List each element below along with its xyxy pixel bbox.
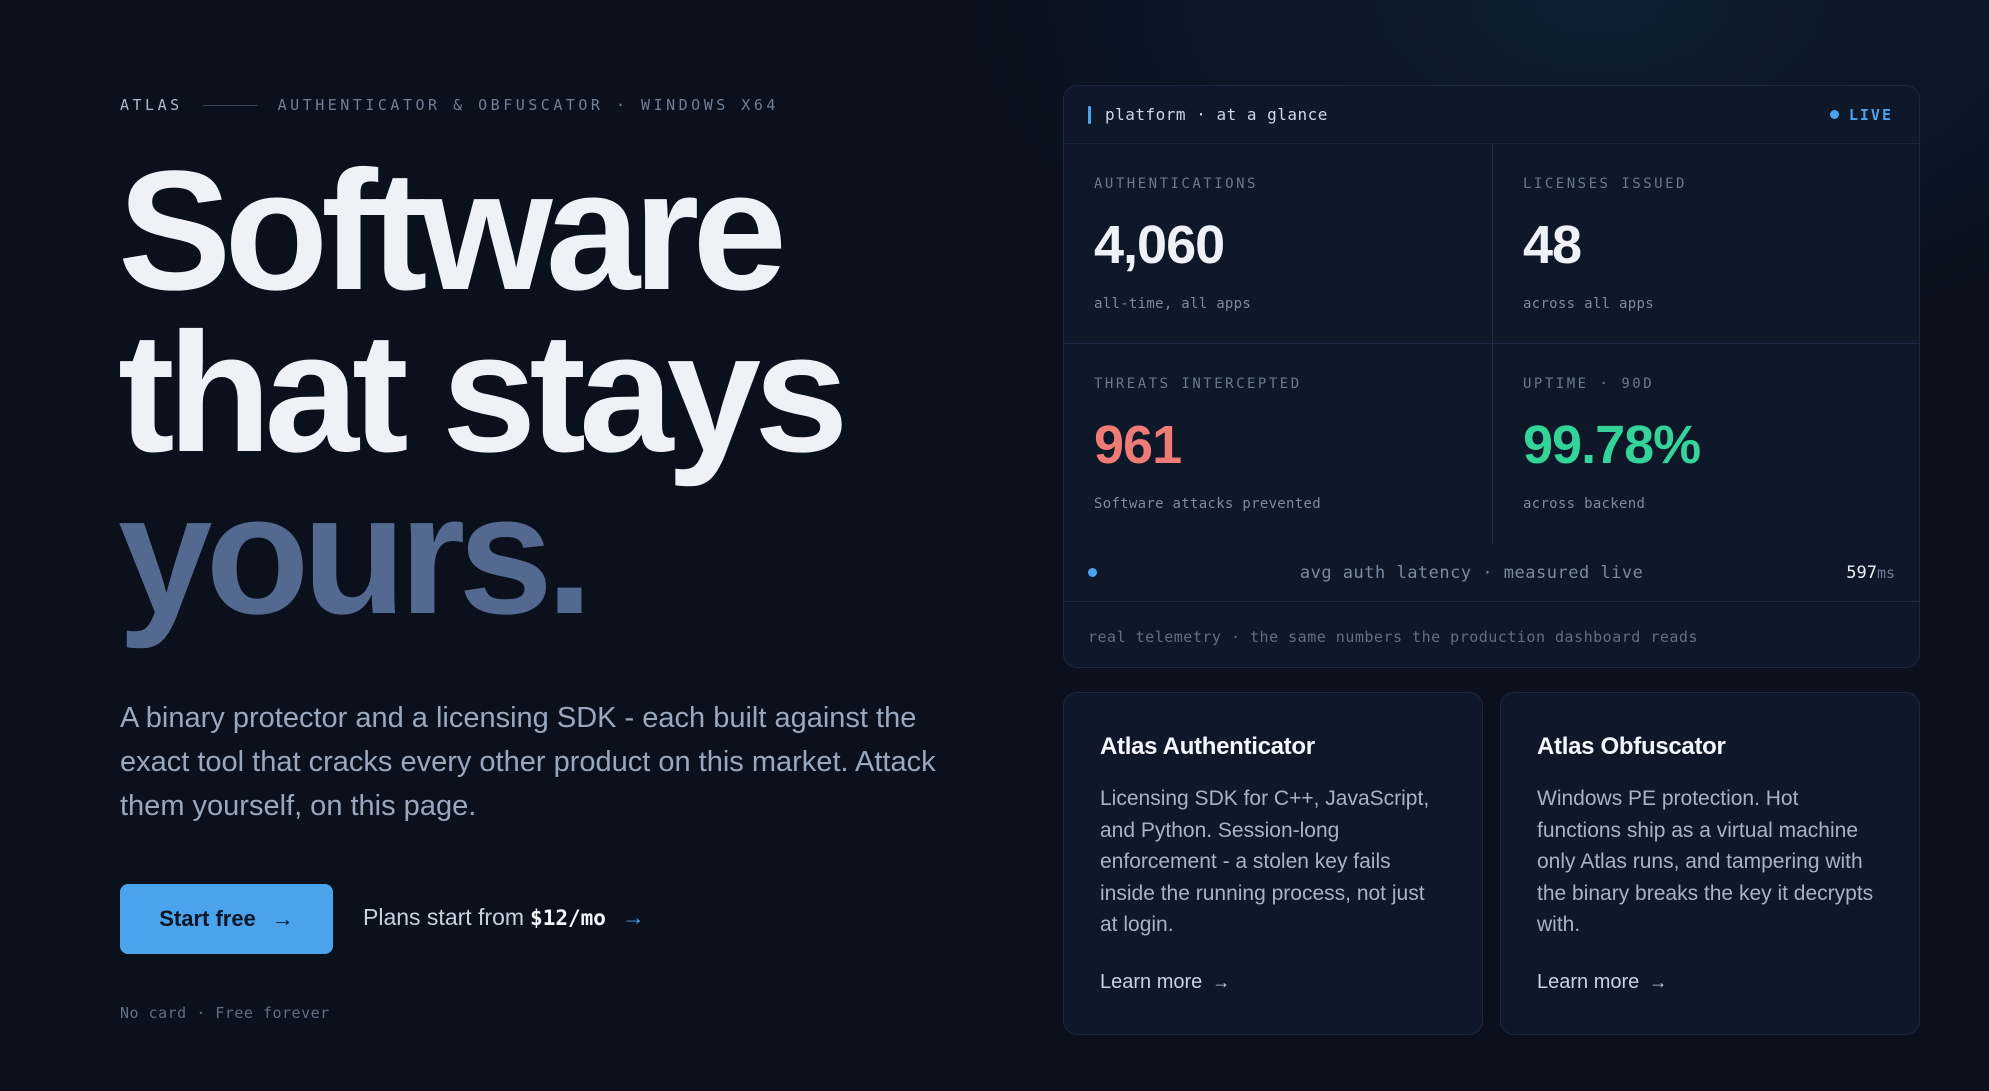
- start-free-button[interactable]: Start free →: [120, 884, 333, 954]
- stat-authentications: AUTHENTICATIONS 4,060 all-time, all apps: [1064, 144, 1492, 344]
- eyebrow-tagline: AUTHENTICATOR & OBFUSCATOR · WINDOWS X64: [277, 96, 779, 114]
- product-title: Atlas Authenticator: [1100, 733, 1315, 760]
- eyebrow-divider: [202, 104, 258, 106]
- latency-unit: ms: [1876, 563, 1895, 582]
- live-badge: LIVE: [1829, 105, 1893, 124]
- product-description: Licensing SDK for C++, JavaScript, and P…: [1100, 787, 1430, 936]
- title-accent-bar: [1088, 105, 1091, 124]
- stat-caption: across backend: [1523, 496, 1646, 512]
- live-label: LIVE: [1848, 105, 1893, 124]
- latency-dot-icon: [1088, 568, 1097, 577]
- stat-value: 99.78%: [1523, 415, 1701, 475]
- learn-more-link[interactable]: Learn more →: [1537, 971, 1667, 994]
- stats-grid: AUTHENTICATIONS 4,060 all-time, all apps…: [1064, 144, 1919, 544]
- latency-row: avg auth latency · measured live 597 ms: [1064, 544, 1919, 602]
- live-dot-icon: [1829, 110, 1839, 119]
- stat-caption: all-time, all apps: [1094, 296, 1252, 312]
- learn-more-link[interactable]: Learn more →: [1100, 971, 1230, 994]
- latency-label: avg auth latency · measured live: [1299, 562, 1644, 583]
- panel-title-text: platform · at a glance: [1105, 105, 1328, 124]
- stat-value: 48: [1523, 215, 1582, 275]
- panel-footer: real telemetry · the same numbers the pr…: [1088, 628, 1698, 646]
- latency-value: 597: [1846, 562, 1877, 583]
- headline-line-3: yours.: [118, 460, 593, 650]
- stat-label: AUTHENTICATIONS: [1094, 176, 1258, 192]
- arrow-right-icon: →: [1649, 972, 1668, 992]
- stat-value: 961: [1094, 415, 1182, 475]
- product-title: Atlas Obfuscator: [1537, 733, 1726, 760]
- arrow-right-icon: →: [621, 904, 645, 930]
- fine-print: No card · Free forever: [120, 1004, 330, 1022]
- plans-link[interactable]: Plans start from $12/mo →: [363, 904, 645, 931]
- stat-value: 4,060: [1094, 215, 1225, 275]
- plans-price: $12/mo: [530, 906, 606, 930]
- plans-prefix: Plans start from: [363, 904, 525, 930]
- stat-label: THREATS INTERCEPTED: [1094, 376, 1302, 392]
- platform-stats-panel: platform · at a glance LIVE AUTHENTICATI…: [1063, 85, 1920, 668]
- stat-uptime: UPTIME · 90D 99.78% across backend: [1492, 344, 1919, 544]
- stat-caption: across all apps: [1523, 296, 1654, 312]
- stat-label: LICENSES ISSUED: [1523, 176, 1687, 192]
- stat-caption: Software attacks prevented: [1094, 496, 1321, 512]
- headline-line-1: Software: [118, 136, 787, 326]
- panel-header: platform · at a glance LIVE: [1064, 86, 1919, 144]
- brand-label: ATLAS: [120, 96, 183, 114]
- stat-licenses-issued: LICENSES ISSUED 48 across all apps: [1492, 144, 1919, 344]
- hero-description: A binary protector and a licensing SDK -…: [120, 702, 936, 822]
- panel-title: platform · at a glance: [1088, 105, 1328, 124]
- product-card-authenticator: Atlas Authenticator Licensing SDK for C+…: [1063, 692, 1483, 1035]
- stat-label: UPTIME · 90D: [1523, 376, 1655, 392]
- product-description: Windows PE protection. Hot functions shi…: [1537, 787, 1874, 936]
- stat-threats-intercepted: THREATS INTERCEPTED 961 Software attacks…: [1064, 344, 1492, 544]
- arrow-right-icon: →: [271, 906, 294, 931]
- headline-line-2: that stays: [118, 298, 849, 488]
- start-free-label: Start free: [159, 906, 256, 931]
- product-card-obfuscator: Atlas Obfuscator Windows PE protection. …: [1500, 692, 1920, 1035]
- hero-headline: Software that stays yours.: [118, 136, 849, 650]
- arrow-right-icon: →: [1212, 972, 1231, 992]
- eyebrow: ATLAS AUTHENTICATOR & OBFUSCATOR · WINDO…: [120, 96, 779, 114]
- learn-more-label: Learn more: [1537, 971, 1640, 993]
- learn-more-label: Learn more: [1100, 971, 1203, 993]
